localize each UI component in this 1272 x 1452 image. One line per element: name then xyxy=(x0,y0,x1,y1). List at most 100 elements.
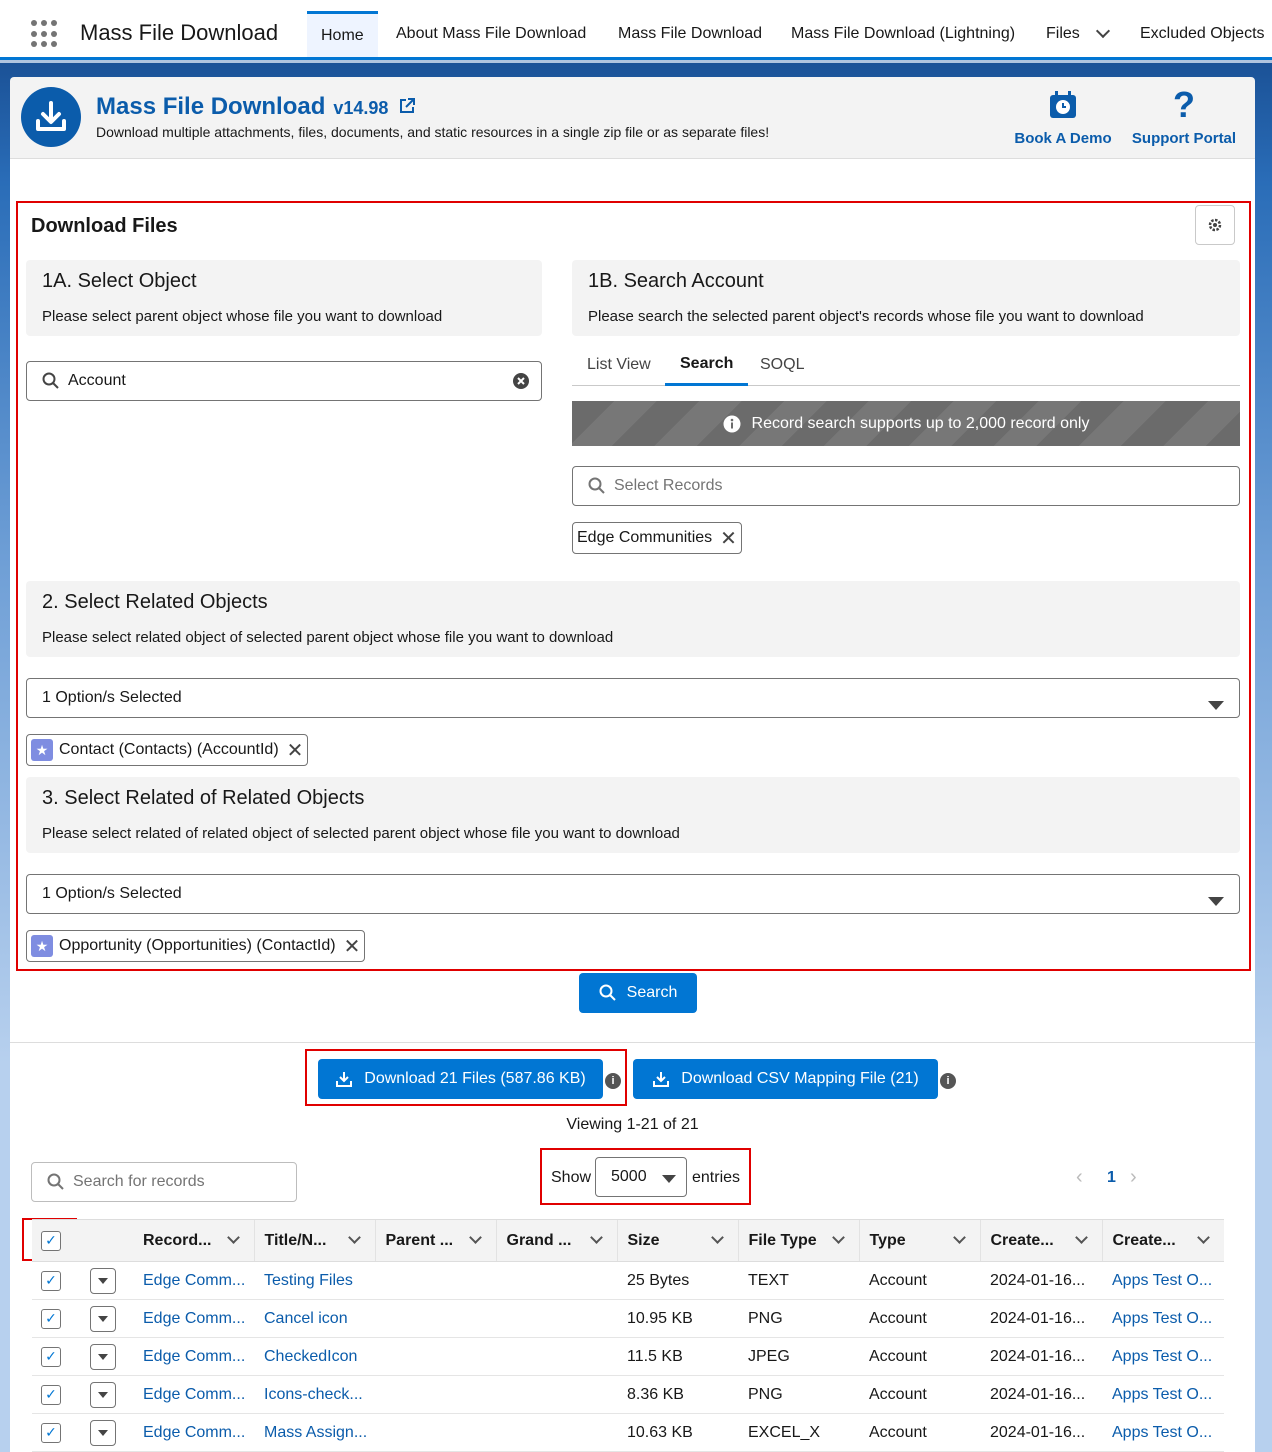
table-cell: 2024-01-16... xyxy=(980,1299,1102,1338)
table-row[interactable]: ✓ Edge Comm... Cancel icon 10.95 KB PNG Accou… xyxy=(32,1299,1224,1338)
select-all-checkbox[interactable]: ✓ xyxy=(41,1230,61,1251)
chevron-down-icon[interactable] xyxy=(226,1231,240,1244)
column-header[interactable]: Title/N... xyxy=(253,1219,375,1262)
related-of-related-select[interactable]: 1 Option/s Selected xyxy=(26,874,1240,914)
row-checkbox[interactable]: ✓ xyxy=(41,1384,61,1405)
row-select-cell: ✓ xyxy=(32,1261,82,1300)
row-action-menu[interactable] xyxy=(90,1305,116,1332)
column-header[interactable]: Type xyxy=(858,1219,980,1262)
step-2-title: 2. Select Related Objects xyxy=(42,591,268,613)
table-cell[interactable]: Edge Comm... xyxy=(133,1299,254,1338)
viewing-count: Viewing 1-21 of 21 xyxy=(566,1116,699,1133)
object-combobox[interactable]: Account xyxy=(26,361,542,401)
page-number[interactable]: 1 xyxy=(1107,1169,1116,1187)
row-checkbox[interactable]: ✓ xyxy=(41,1422,61,1443)
table-row[interactable]: ✓ Edge Comm... Icons-check... 8.36 KB PNG Acc… xyxy=(32,1375,1224,1414)
tab-home[interactable]: Home xyxy=(307,11,378,57)
support-portal-button[interactable]: ? Support Portal xyxy=(1129,87,1239,148)
gear-icon xyxy=(1208,218,1222,232)
tab-files[interactable]: Files xyxy=(1032,11,1122,57)
tab-list-view[interactable]: List View xyxy=(572,344,666,386)
search-button[interactable]: Search xyxy=(579,973,697,1013)
info-icon[interactable]: i xyxy=(940,1073,956,1089)
tab-soql[interactable]: SOQL xyxy=(745,344,819,386)
settings-button[interactable] xyxy=(1195,205,1235,245)
row-action-menu[interactable] xyxy=(90,1419,116,1446)
select-records-input[interactable]: Select Records xyxy=(572,466,1240,506)
table-cell[interactable]: Edge Comm... xyxy=(133,1337,254,1376)
chevron-down-icon[interactable] xyxy=(1197,1231,1210,1244)
download-csv-button[interactable]: Download CSV Mapping File (21) xyxy=(633,1059,938,1099)
table-cell[interactable]: Mass Assign... xyxy=(254,1413,375,1452)
column-header[interactable]: Record... xyxy=(133,1219,254,1262)
clear-icon[interactable] xyxy=(512,372,530,390)
chevron-down-icon[interactable] xyxy=(1074,1231,1088,1244)
download-files-button[interactable]: Download 21 Files (587.86 KB) xyxy=(318,1059,603,1099)
info-icon[interactable]: i xyxy=(605,1073,621,1089)
row-select-cell: ✓ xyxy=(32,1337,82,1376)
download-files-title: Download Files xyxy=(31,215,178,237)
row-action-menu[interactable] xyxy=(90,1267,116,1294)
table-row[interactable]: ✓ Edge Comm... CheckedIcon 11.5 KB JPEG Accou… xyxy=(32,1337,1224,1376)
remove-icon[interactable]: ✕ xyxy=(344,934,361,959)
external-link-icon[interactable] xyxy=(398,97,416,115)
remove-icon[interactable]: ✕ xyxy=(287,738,304,763)
chevron-down-icon[interactable] xyxy=(589,1231,603,1244)
search-icon xyxy=(42,372,59,389)
table-cell[interactable]: Apps Test O... xyxy=(1102,1413,1224,1452)
chevron-down-icon[interactable] xyxy=(468,1231,482,1244)
app-name: Mass File Download xyxy=(80,20,279,45)
table-cell[interactable]: Testing Files xyxy=(254,1261,375,1300)
row-checkbox[interactable]: ✓ xyxy=(41,1270,61,1291)
app-header: Mass File Download v14.98 Download multip… xyxy=(10,77,1255,159)
chevron-down-icon[interactable] xyxy=(831,1231,845,1244)
table-cell[interactable]: Apps Test O... xyxy=(1102,1261,1224,1300)
column-header[interactable]: Grand ... xyxy=(495,1219,617,1262)
chevron-down-icon[interactable] xyxy=(710,1231,724,1244)
table-cell[interactable]: Edge Comm... xyxy=(133,1413,254,1452)
chevron-down-icon[interactable] xyxy=(347,1231,361,1244)
column-header[interactable]: Create... xyxy=(1101,1219,1224,1262)
step-3-header: 3. Select Related of Related Objects Ple… xyxy=(26,777,1240,853)
table-cell[interactable]: Edge Comm... xyxy=(133,1261,254,1300)
app-subtitle: Download multiple attachments, files, do… xyxy=(96,124,770,140)
book-demo-button[interactable]: Book A Demo xyxy=(1013,87,1113,147)
prev-page-icon[interactable]: ‹ xyxy=(1076,1166,1083,1189)
tab-about[interactable]: About Mass File Download xyxy=(382,11,600,57)
table-cell[interactable]: Cancel icon xyxy=(254,1299,375,1338)
table-cell[interactable]: CheckedIcon xyxy=(254,1337,375,1376)
tab-search[interactable]: Search xyxy=(665,344,749,386)
table-cell[interactable]: Apps Test O... xyxy=(1102,1337,1224,1376)
download-icon xyxy=(336,1072,353,1087)
table-cell[interactable]: Apps Test O... xyxy=(1102,1299,1224,1338)
table-row[interactable]: ✓ Edge Comm... Mass Assign... 10.63 KB EXCEL… xyxy=(32,1413,1224,1452)
row-checkbox[interactable]: ✓ xyxy=(41,1308,61,1329)
table-cell[interactable]: Icons-check... xyxy=(254,1375,375,1414)
column-header[interactable]: Create... xyxy=(979,1219,1102,1262)
support-portal-label: Support Portal xyxy=(1131,130,1237,147)
chevron-down-icon[interactable] xyxy=(1095,23,1110,39)
table-cell xyxy=(496,1261,617,1300)
column-header[interactable]: Parent ... xyxy=(374,1219,496,1262)
table-cell[interactable]: Apps Test O... xyxy=(1102,1375,1224,1414)
chevron-down-icon[interactable] xyxy=(952,1231,966,1244)
table-cell[interactable]: Edge Comm... xyxy=(133,1375,254,1414)
related-objects-select[interactable]: 1 Option/s Selected xyxy=(26,678,1240,718)
dropdown-caret-icon xyxy=(1208,897,1224,906)
column-header[interactable]: Size xyxy=(616,1219,738,1262)
tab-excluded-objects[interactable]: Excluded Objects xyxy=(1126,11,1272,57)
row-action-menu[interactable] xyxy=(90,1381,116,1408)
tab-mass-file-download-lightning[interactable]: Mass File Download (Lightning) xyxy=(777,11,1029,57)
column-header[interactable]: File Type xyxy=(737,1219,859,1262)
row-checkbox[interactable]: ✓ xyxy=(41,1346,61,1367)
row-action-menu[interactable] xyxy=(90,1343,116,1370)
page-size-select[interactable]: 5000 xyxy=(595,1157,687,1197)
table-search-input[interactable]: Search for records xyxy=(31,1162,297,1202)
next-page-icon[interactable]: › xyxy=(1130,1166,1137,1189)
tab-mass-file-download[interactable]: Mass File Download xyxy=(604,11,776,57)
version-link[interactable]: v14.98 xyxy=(333,98,388,118)
table-row[interactable]: ✓ Edge Comm... Testing Files 25 Bytes TEXT Ac… xyxy=(32,1261,1224,1300)
remove-icon[interactable]: ✕ xyxy=(720,526,737,551)
table-cell: 25 Bytes xyxy=(617,1261,738,1300)
app-launcher-icon[interactable] xyxy=(31,20,59,48)
